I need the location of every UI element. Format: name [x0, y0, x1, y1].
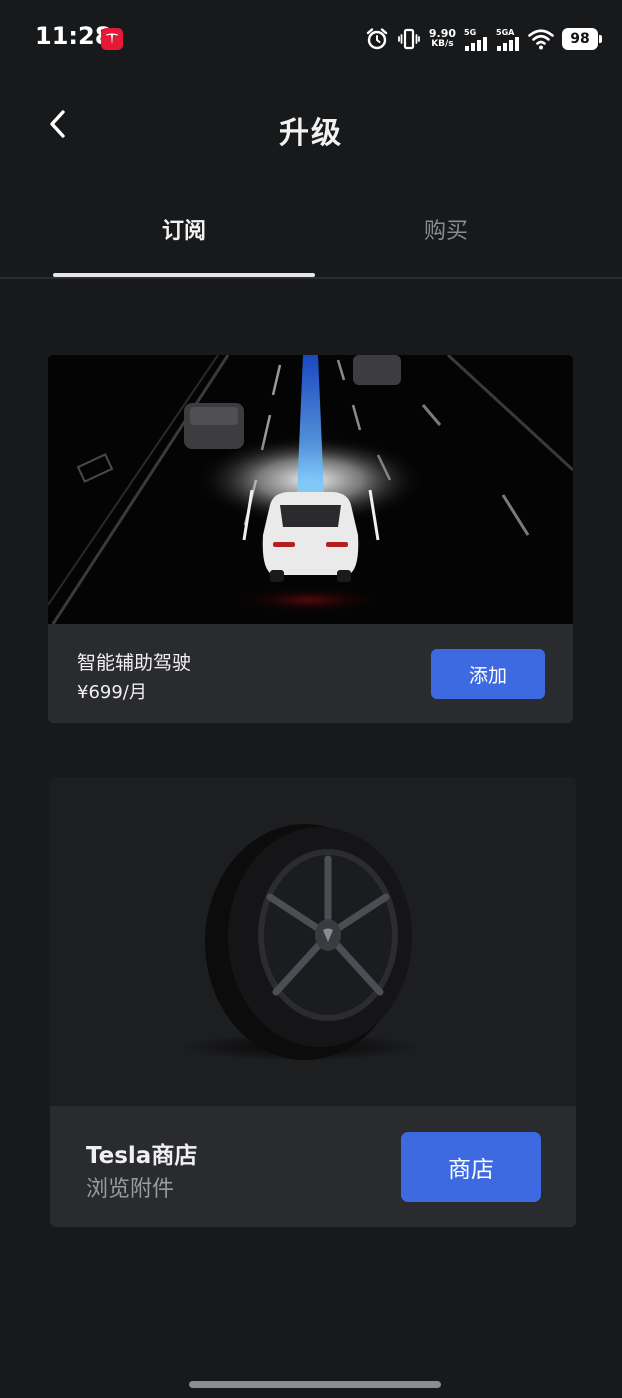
subscription-card: 智能辅助驾驶 ¥699/月 添加	[48, 355, 573, 723]
battery-indicator: 98	[562, 28, 602, 50]
alarm-icon	[366, 28, 388, 50]
store-card-footer: Tesla商店 浏览附件 商店	[50, 1106, 576, 1227]
signal-sim2: 5GA	[496, 28, 520, 51]
status-time: 11:28	[35, 22, 112, 50]
home-indicator[interactable]	[189, 1381, 441, 1388]
add-button[interactable]: 添加	[431, 649, 545, 699]
store-title: Tesla商店	[86, 1143, 198, 1169]
cellular-signal-icon	[497, 36, 519, 51]
feature-price: ¥699/月	[77, 682, 147, 703]
shop-button[interactable]: 商店	[401, 1132, 541, 1202]
subscription-card-footer: 智能辅助驾驶 ¥699/月 添加	[48, 624, 573, 723]
feature-name: 智能辅助驾驶	[77, 652, 192, 674]
page-header: 升级	[0, 88, 622, 168]
cellular-signal-icon	[465, 36, 487, 51]
wifi-icon	[528, 29, 554, 50]
store-card: Tesla商店 浏览附件 商店	[50, 777, 576, 1227]
signal-sim1: 5G	[464, 28, 488, 51]
page-title: 升级	[279, 116, 343, 151]
status-bar: 11:28 9.90 KB/s 5G 5GA 98	[0, 0, 622, 78]
store-subtitle: 浏览附件	[86, 1177, 175, 1202]
vibrate-icon	[397, 28, 420, 50]
upgrade-screen: 11:28 9.90 KB/s 5G 5GA 98 升级 订阅 购买 智能辅助驾…	[0, 0, 622, 1398]
tab-bar: 订阅 购买	[0, 195, 622, 279]
status-icons: 9.90 KB/s 5G 5GA 98	[365, 24, 602, 54]
tab-subscribe[interactable]: 订阅	[53, 195, 315, 277]
active-tab-indicator	[53, 273, 315, 277]
wheel-image	[50, 777, 576, 1106]
tab-purchase[interactable]: 购买	[315, 195, 577, 277]
network-speed: 9.90 KB/s	[428, 27, 456, 49]
tesla-app-icon	[101, 28, 123, 50]
driving-assist-image	[48, 355, 573, 625]
